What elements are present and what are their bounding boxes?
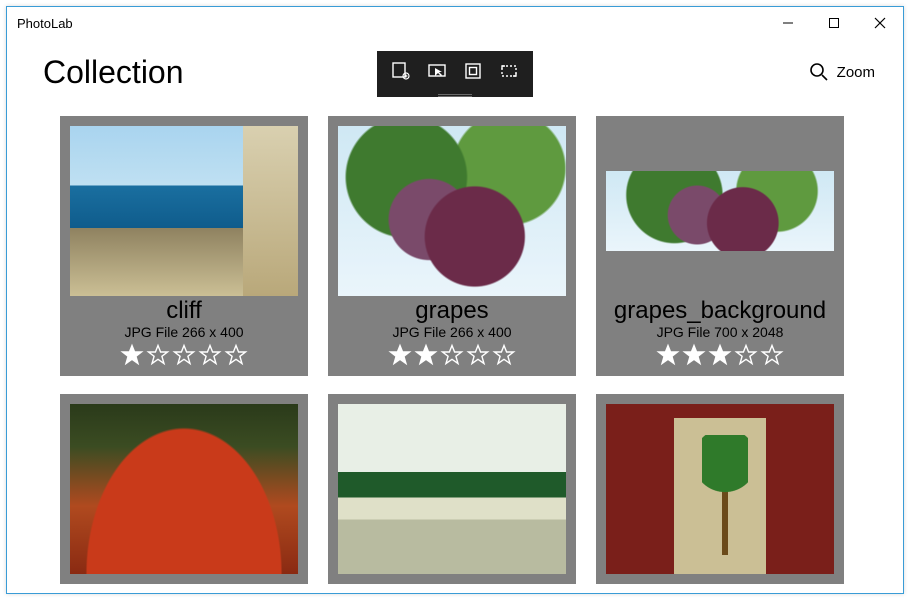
close-button[interactable] (857, 7, 903, 39)
edit-icon[interactable] (388, 58, 414, 84)
star-filled-icon[interactable] (655, 342, 681, 368)
page-title: Collection (43, 54, 184, 91)
star-filled-icon[interactable] (681, 342, 707, 368)
fit-icon[interactable] (496, 58, 522, 84)
view-toolbar-inner (377, 51, 533, 91)
photo-name: grapes (415, 298, 488, 324)
star-filled-icon[interactable] (387, 342, 413, 368)
select-icon[interactable] (424, 58, 450, 84)
photo-tile[interactable]: grapesJPG File 266 x 400 (328, 116, 576, 376)
star-filled-icon[interactable] (707, 342, 733, 368)
star-outline-icon[interactable] (759, 342, 785, 368)
photo-meta: JPG File 700 x 2048 (657, 324, 784, 340)
frame-icon[interactable] (460, 58, 486, 84)
star-outline-icon[interactable] (171, 342, 197, 368)
photo-grid: cliffJPG File 266 x 400grapesJPG File 26… (7, 110, 903, 593)
photo-thumbnail (606, 126, 834, 296)
photo-thumbnail (338, 126, 566, 296)
zoom-label: Zoom (837, 64, 875, 81)
photo-thumbnail (606, 404, 834, 574)
window-controls (765, 7, 903, 39)
app-window: PhotoLab Collection Zoom (6, 6, 904, 594)
photo-tile[interactable]: grapes_backgroundJPG File 700 x 2048 (596, 116, 844, 376)
minimize-button[interactable] (765, 7, 811, 39)
photo-tile[interactable] (60, 394, 308, 584)
photo-tile[interactable]: cliffJPG File 266 x 400 (60, 116, 308, 376)
search-icon (809, 62, 829, 82)
star-filled-icon[interactable] (413, 342, 439, 368)
maximize-button[interactable] (811, 7, 857, 39)
photo-meta: JPG File 266 x 400 (124, 324, 243, 340)
photo-thumbnail (338, 404, 566, 574)
rating-stars[interactable] (655, 342, 785, 368)
photo-tile[interactable] (596, 394, 844, 584)
star-outline-icon[interactable] (491, 342, 517, 368)
star-outline-icon[interactable] (439, 342, 465, 368)
zoom-control[interactable]: Zoom (809, 62, 875, 82)
star-outline-icon[interactable] (145, 342, 171, 368)
window-title: PhotoLab (17, 16, 73, 31)
photo-tile[interactable] (328, 394, 576, 584)
star-outline-icon[interactable] (197, 342, 223, 368)
star-outline-icon[interactable] (733, 342, 759, 368)
titlebar: PhotoLab (7, 7, 903, 39)
photo-thumbnail (70, 404, 298, 574)
rating-stars[interactable] (119, 342, 249, 368)
photo-thumbnail (70, 126, 298, 296)
toolbar-grip[interactable] (377, 91, 533, 97)
star-outline-icon[interactable] (223, 342, 249, 368)
photo-name: grapes_background (614, 298, 826, 324)
view-toolbar[interactable] (377, 51, 533, 97)
photo-meta: JPG File 266 x 400 (392, 324, 511, 340)
star-filled-icon[interactable] (119, 342, 145, 368)
photo-name: cliff (166, 298, 202, 324)
rating-stars[interactable] (387, 342, 517, 368)
star-outline-icon[interactable] (465, 342, 491, 368)
